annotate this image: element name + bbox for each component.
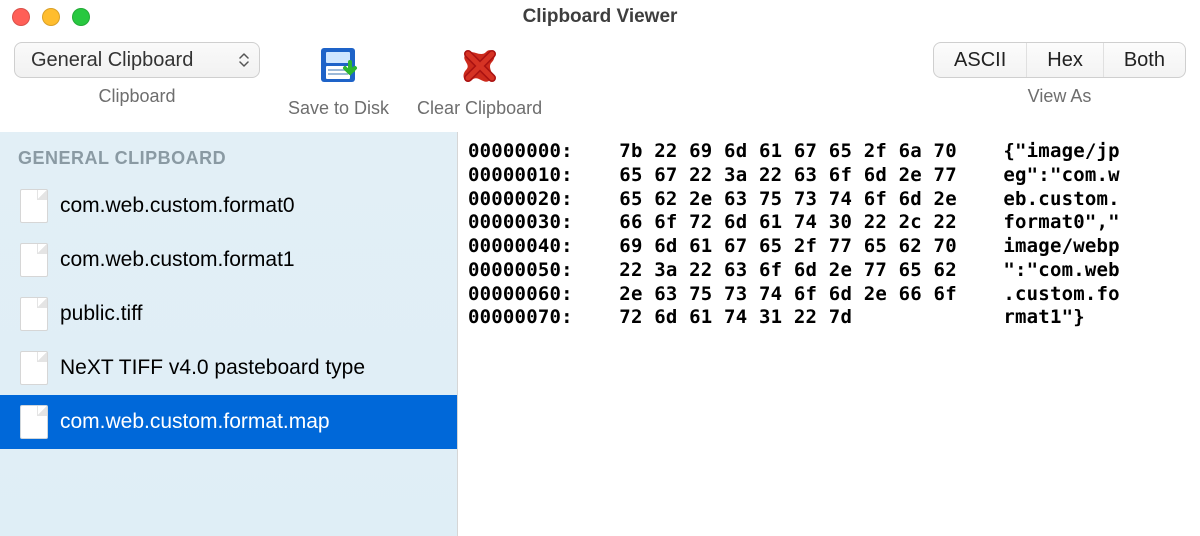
clear-button[interactable] [456, 42, 504, 90]
viewas-label: View As [1028, 86, 1092, 107]
seg-both[interactable]: Both [1104, 43, 1185, 77]
file-icon [20, 405, 48, 439]
floppy-save-icon [317, 44, 361, 88]
chevron-updown-icon [239, 53, 249, 67]
clipboard-label: Clipboard [98, 86, 175, 107]
save-button[interactable] [315, 42, 363, 90]
sidebar-header: GENERAL CLIPBOARD [0, 142, 457, 179]
seg-ascii[interactable]: ASCII [934, 43, 1027, 77]
window: Clipboard Viewer General Clipboard Clipb… [0, 0, 1200, 536]
list-item-label: com.web.custom.format.map [60, 410, 330, 434]
clear-label: Clear Clipboard [417, 98, 542, 119]
viewas-segmented: ASCII Hex Both [933, 42, 1186, 78]
list-item-label: NeXT TIFF v4.0 pasteboard type [60, 356, 365, 380]
sidebar: GENERAL CLIPBOARD com.web.custom.format0… [0, 132, 458, 536]
list-item[interactable]: com.web.custom.format.map [0, 395, 457, 449]
seg-hex[interactable]: Hex [1027, 43, 1104, 77]
clipboard-picker-group: General Clipboard Clipboard [14, 42, 260, 107]
window-title: Clipboard Viewer [0, 6, 1200, 28]
x-red-icon [458, 44, 502, 88]
file-icon [20, 297, 48, 331]
list-item-label: com.web.custom.format1 [60, 248, 295, 272]
toolbar: General Clipboard Clipboard Save [0, 34, 1200, 132]
content: GENERAL CLIPBOARD com.web.custom.format0… [0, 132, 1200, 536]
list-item[interactable]: NeXT TIFF v4.0 pasteboard type [0, 341, 457, 395]
file-icon [20, 189, 48, 223]
list-item-label: com.web.custom.format0 [60, 194, 295, 218]
save-label: Save to Disk [288, 98, 389, 119]
list-item-label: public.tiff [60, 302, 143, 326]
clipboard-select-value: General Clipboard [31, 49, 193, 72]
clipboard-select[interactable]: General Clipboard [14, 42, 260, 78]
file-icon [20, 351, 48, 385]
save-to-disk-group: Save to Disk [288, 42, 389, 119]
viewas-group: ASCII Hex Both View As [933, 42, 1186, 107]
hex-pane[interactable]: 00000000: 7b 22 69 6d 61 67 65 2f 6a 70 … [458, 132, 1200, 536]
clear-clipboard-group: Clear Clipboard [417, 42, 542, 119]
list-item[interactable]: com.web.custom.format0 [0, 179, 457, 233]
titlebar: Clipboard Viewer [0, 0, 1200, 34]
list-item[interactable]: public.tiff [0, 287, 457, 341]
list-item[interactable]: com.web.custom.format1 [0, 233, 457, 287]
file-icon [20, 243, 48, 277]
